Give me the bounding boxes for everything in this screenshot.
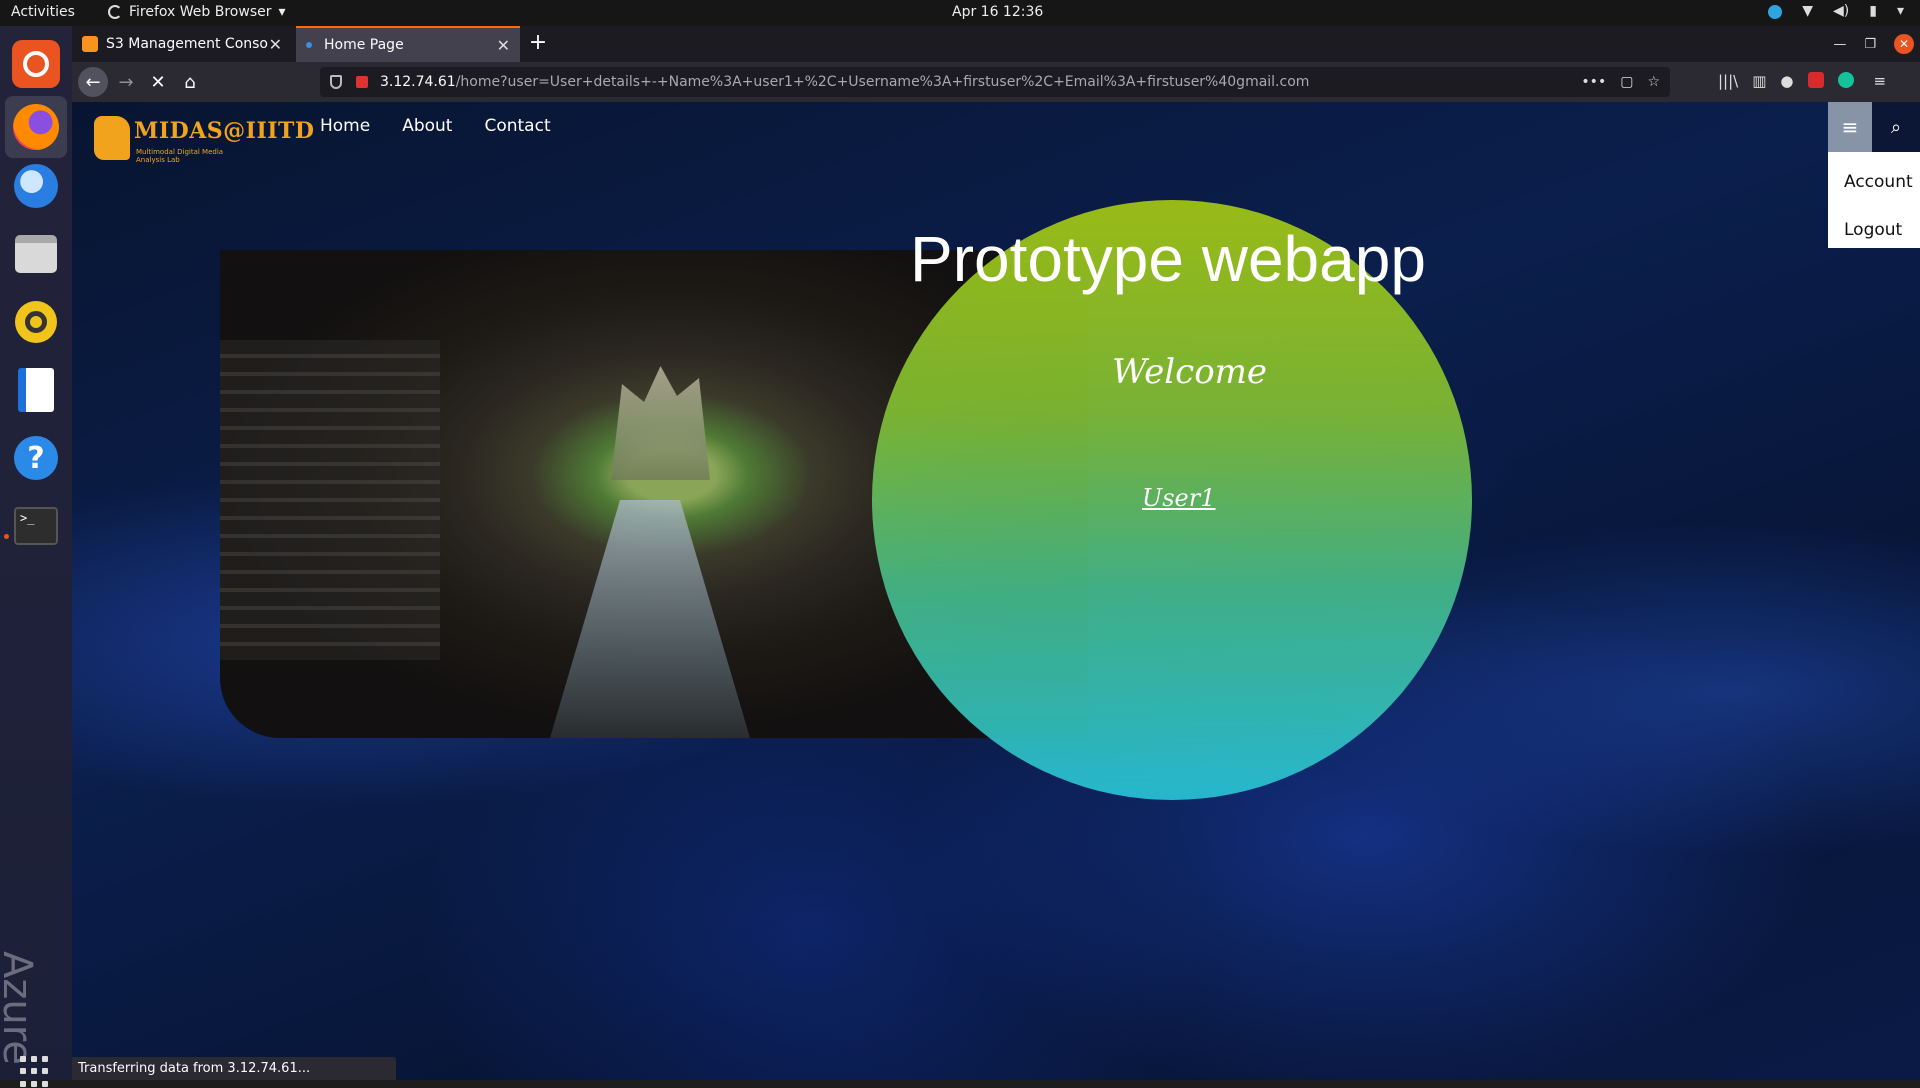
firefox-mini-icon	[108, 5, 122, 19]
logo-subtitle: Multimodal Digital Media Analysis Lab	[136, 148, 224, 164]
window-close-icon[interactable]: ✕	[1894, 34, 1914, 54]
window-controls: — ❐ ✕	[1833, 34, 1914, 54]
battery-icon[interactable]: ▮	[1869, 3, 1877, 19]
home-icon[interactable]: ⌂	[178, 70, 202, 94]
desktop-watermark: Azure	[0, 951, 40, 1065]
page-viewport: MIDAS@IIITD Multimodal Digital Media Ana…	[72, 102, 1920, 1080]
new-tab-button[interactable]: +	[524, 30, 552, 55]
user-dropdown-menu: Account Logout	[1828, 152, 1920, 248]
logo-text: MIDAS@IIITD	[134, 118, 315, 144]
terminal-icon: >_	[14, 507, 58, 545]
url-host: 3.12.74.61	[380, 74, 456, 90]
page-actions-icon[interactable]: •••	[1581, 74, 1606, 90]
dock-item-firefox[interactable]	[5, 96, 67, 158]
dock-item-files[interactable]	[12, 230, 60, 278]
welcome-text: Welcome	[1112, 352, 1268, 392]
library-icon[interactable]: |||\	[1718, 72, 1738, 90]
help-icon: ?	[14, 436, 58, 480]
status-bar: Transferring data from 3.12.74.61...	[72, 1057, 396, 1080]
sidebar-icon[interactable]: ▥	[1752, 72, 1766, 90]
close-icon[interactable]: ✕	[497, 36, 510, 55]
ubuntu-icon	[12, 40, 60, 88]
tracking-protection-icon[interactable]	[330, 75, 342, 89]
nav-home[interactable]: Home	[320, 116, 370, 136]
user-link[interactable]: User1	[1142, 484, 1216, 512]
site-nav: Home About Contact	[320, 116, 551, 136]
forward-button[interactable]: →	[114, 70, 138, 94]
wifi-icon[interactable]: ▼	[1802, 3, 1813, 19]
tab-title: S3 Management Console	[106, 36, 269, 52]
files-icon	[15, 235, 57, 273]
chevron-down-icon: ▾	[278, 4, 286, 20]
aws-icon	[82, 36, 98, 52]
loading-dot-icon	[306, 42, 312, 48]
stop-icon[interactable]: ✕	[146, 70, 170, 94]
clock[interactable]: Apr 16 12:36	[952, 4, 1043, 20]
volume-icon[interactable]: ◀)	[1833, 3, 1849, 19]
url-actions: ••• ▢ ☆	[1581, 74, 1660, 90]
dock: ? >_ Azure	[0, 26, 72, 1087]
nav-about[interactable]: About	[402, 116, 452, 136]
url-bar[interactable]: 3.12.74.61 /home?user=User+details+-+Nam…	[320, 67, 1670, 97]
navigation-toolbar: ← → ✕ ⌂ 3.12.74.61 /home?user=User+detai…	[72, 62, 1920, 102]
app-menu-label: Firefox Web Browser	[129, 4, 272, 20]
url-path: /home?user=User+details+-+Name%3A+user1+…	[455, 74, 1310, 90]
menu-icon[interactable]: ≡	[1874, 72, 1887, 90]
toolbar-icons: |||\ ▥ ● ≡	[1718, 72, 1886, 90]
extension-icon[interactable]	[1807, 72, 1824, 88]
menu-item-logout[interactable]: Logout	[1828, 214, 1920, 262]
nav-contact[interactable]: Contact	[484, 116, 550, 136]
running-indicator	[4, 534, 9, 539]
thunderbird-icon	[14, 164, 58, 208]
hamburger-menu-icon[interactable]: ≡	[1828, 102, 1872, 152]
dock-item-writer[interactable]	[12, 366, 60, 414]
dock-item-ubuntu[interactable]	[12, 40, 60, 88]
tab-home-page[interactable]: Home Page ✕	[296, 26, 520, 62]
grammarly-icon[interactable]	[1837, 72, 1854, 88]
dock-item-help[interactable]: ?	[12, 434, 60, 482]
pocket-icon[interactable]: ▢	[1620, 74, 1633, 90]
system-tray[interactable]: ▼ ◀) ▮ ▾	[1768, 3, 1904, 19]
show-apps-icon[interactable]	[20, 1056, 52, 1088]
telegram-icon[interactable]	[1768, 5, 1783, 19]
dock-item-terminal[interactable]: >_	[12, 502, 60, 550]
dock-item-rhythmbox[interactable]	[12, 298, 60, 346]
app-menu[interactable]: Firefox Web Browser ▾	[108, 4, 286, 20]
back-button[interactable]: ←	[78, 67, 108, 97]
menu-item-account[interactable]: Account	[1828, 166, 1920, 214]
rhythmbox-icon	[15, 301, 57, 343]
tab-strip: S3 Management Console ✕ Home Page ✕ + — …	[72, 26, 1920, 62]
close-icon[interactable]: ✕	[269, 35, 282, 54]
chevron-down-icon[interactable]: ▾	[1897, 3, 1904, 19]
bookmark-star-icon[interactable]: ☆	[1647, 74, 1660, 90]
restore-icon[interactable]: ❐	[1864, 37, 1876, 52]
minimize-icon[interactable]: —	[1833, 37, 1846, 52]
account-icon[interactable]: ●	[1780, 72, 1793, 90]
activities-button[interactable]: Activities	[11, 4, 75, 20]
dock-item-thunderbird[interactable]	[12, 162, 60, 210]
tab-s3-console[interactable]: S3 Management Console ✕	[72, 26, 292, 62]
page-title: Prototype webapp	[910, 223, 1426, 295]
insecure-lock-icon[interactable]	[356, 76, 368, 88]
site-logo[interactable]: MIDAS@IIITD Multimodal Digital Media Ana…	[94, 114, 314, 164]
logo-mark	[94, 116, 130, 160]
search-icon[interactable]: ⌕	[1872, 102, 1920, 152]
document-icon	[18, 368, 54, 412]
firefox-icon	[13, 104, 59, 150]
system-top-bar: Activities Firefox Web Browser ▾ Apr 16 …	[0, 0, 1920, 26]
tab-title: Home Page	[324, 37, 404, 53]
